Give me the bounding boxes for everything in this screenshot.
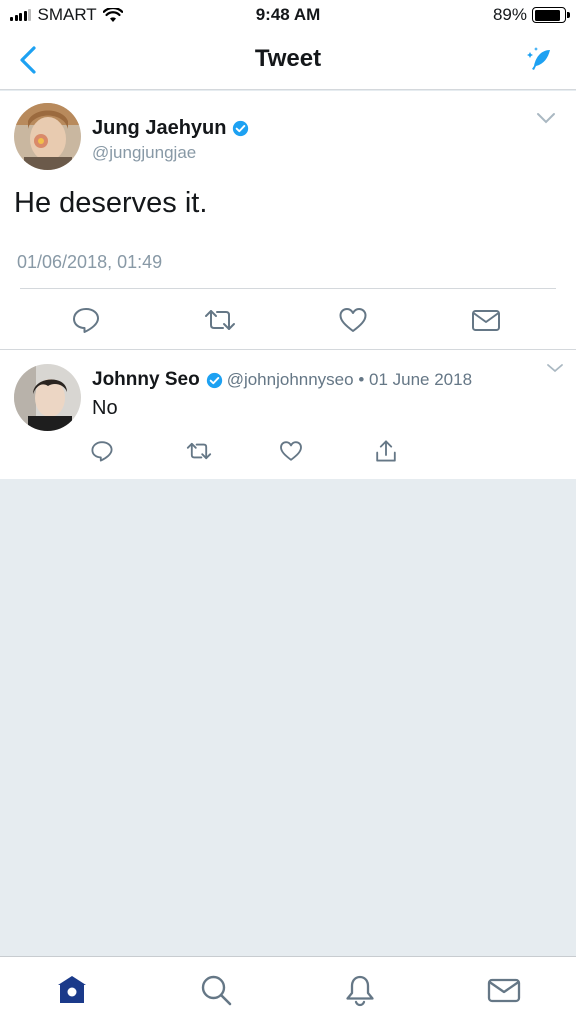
tab-messages[interactable]	[487, 973, 521, 1007]
tab-home[interactable]	[55, 973, 89, 1007]
search-icon	[201, 975, 232, 1006]
compose-button[interactable]	[524, 44, 554, 74]
reply-button[interactable]	[71, 305, 101, 335]
tab-search[interactable]	[199, 973, 233, 1007]
chevron-down-icon	[547, 364, 563, 373]
page-title: Tweet	[254, 45, 322, 72]
reply-author-name[interactable]: Johnny Seo	[92, 369, 200, 391]
reply-author-handle[interactable]: @johnjohnnyseo	[227, 370, 354, 390]
tweet-menu-button[interactable]	[536, 111, 556, 129]
message-button[interactable]	[471, 305, 501, 335]
status-bar: SMART 9:48 AM 89%	[0, 0, 576, 30]
like-button[interactable]	[338, 305, 368, 335]
reply-separator: •	[353, 370, 369, 389]
reply-text: No	[92, 397, 118, 419]
divider	[20, 288, 556, 289]
like-icon	[280, 441, 302, 461]
author-handle[interactable]: @jungjungjae	[92, 143, 196, 163]
reply-menu-button[interactable]	[546, 360, 564, 378]
avatar-johnny-seo[interactable]	[14, 364, 81, 431]
chevron-down-icon	[537, 113, 555, 124]
main-tweet: Jung Jaehyun @jungjungjae He deserves it…	[0, 91, 576, 349]
status-right: 89%	[492, 5, 570, 25]
reply-header: Johnny Seo @johnjohnnyseo • 01 June 2018	[92, 369, 472, 391]
tweet-text: He deserves it.	[14, 187, 208, 219]
tweet-timestamp: 01/06/2018, 01:49	[17, 252, 163, 272]
home-icon	[58, 976, 86, 1003]
reply-retweet-button[interactable]	[186, 439, 212, 465]
battery-percent: 89%	[492, 5, 527, 24]
nav-bar: Tweet	[0, 30, 576, 90]
battery-icon	[532, 7, 570, 23]
author-name[interactable]: Jung Jaehyun	[92, 117, 249, 140]
reply-icon	[73, 308, 99, 333]
reply-tweet[interactable]: Johnny Seo @johnjohnnyseo • 01 June 2018…	[0, 349, 576, 479]
messages-icon	[487, 978, 521, 1003]
clock: 9:48 AM	[255, 5, 321, 24]
retweet-icon	[186, 442, 212, 460]
verified-badge-icon	[206, 372, 222, 388]
like-icon	[339, 308, 367, 332]
retweet-icon	[205, 310, 235, 330]
avatar-jung-jaehyun[interactable]	[14, 103, 81, 170]
tab-bar	[0, 956, 576, 1024]
reply-icon	[91, 441, 113, 462]
retweet-button[interactable]	[204, 305, 235, 335]
reply-date: 01 June 2018	[369, 370, 473, 389]
reply-reply-button[interactable]	[90, 439, 116, 465]
message-icon	[472, 310, 500, 331]
share-icon	[376, 440, 396, 462]
feather-icon	[527, 47, 550, 70]
notifications-icon	[346, 975, 374, 1007]
reply-share-button[interactable]	[374, 439, 400, 465]
tab-notifications[interactable]	[343, 973, 377, 1007]
reply-like-button[interactable]	[279, 439, 305, 465]
verified-badge-icon	[233, 120, 249, 137]
